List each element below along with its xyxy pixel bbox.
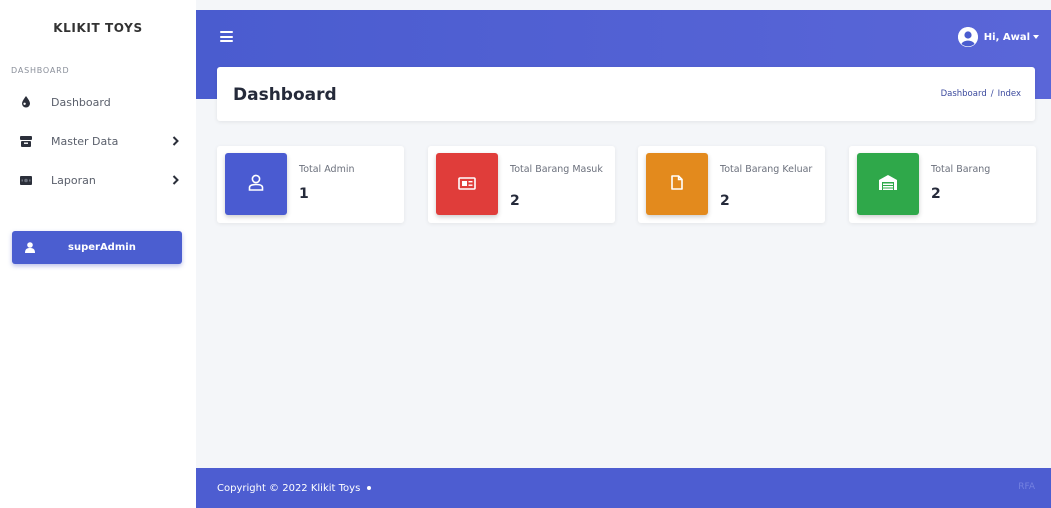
brand-name: KLIKIT TOYS (53, 21, 143, 35)
stat-card-total-admin: Total Admin 1 (217, 146, 404, 223)
stat-label: Total Barang Masuk (510, 164, 603, 175)
user-outline-icon (248, 174, 264, 195)
sidebar-item-label: Master Data (51, 134, 119, 148)
avatar-icon (957, 27, 978, 47)
stat-value: 2 (720, 193, 730, 209)
stat-value: 2 (510, 193, 520, 209)
sidebar: KLIKIT TOYS DASHBOARD Dashboard Master D… (0, 0, 196, 508)
breadcrumb: Dashboard / Index (941, 89, 1021, 99)
stat-card-total-barang: Total Barang 2 (849, 146, 1036, 223)
stat-card-total-barang-keluar: Total Barang Keluar 2 (638, 146, 825, 223)
copyright-text: Copyright © 2022 Klikit Toys (217, 483, 372, 494)
user-dropdown[interactable]: Hi, Awal (957, 26, 1039, 48)
stat-value: 2 (931, 186, 941, 202)
stat-icon-box (646, 153, 708, 215)
user-box-label: superAdmin (68, 242, 136, 253)
sidebar-item-laporan[interactable]: Laporan (0, 165, 196, 195)
stat-card-total-barang-masuk: Total Barang Masuk 2 (428, 146, 615, 223)
brand-logo[interactable]: KLIKIT TOYS (0, 0, 196, 62)
stat-label: Total Barang Keluar (720, 164, 813, 175)
sidebar-item-label: Laporan (51, 173, 96, 187)
stat-icon-box (857, 153, 919, 215)
hamburger-menu-icon[interactable] (220, 31, 233, 42)
current-user-button[interactable]: superAdmin (12, 231, 182, 264)
page-header: Dashboard Dashboard / Index (217, 67, 1035, 121)
footer-right-text: RFA (1018, 482, 1035, 492)
sidebar-item-label: Dashboard (51, 95, 111, 109)
breadcrumb-current: Index (997, 89, 1021, 99)
file-icon (671, 174, 683, 194)
droplet-icon (20, 96, 32, 108)
stat-label: Total Barang (931, 164, 991, 175)
chevron-right-icon (170, 135, 180, 147)
caret-down-icon (1033, 35, 1039, 39)
stat-value: 1 (299, 186, 309, 202)
breadcrumb-separator: / (990, 89, 994, 99)
page-title: Dashboard (233, 85, 337, 105)
breadcrumb-link-dashboard[interactable]: Dashboard (941, 89, 987, 99)
dot-icon (367, 485, 372, 490)
warehouse-icon (879, 174, 897, 194)
newspaper-icon (458, 175, 476, 194)
box-icon (20, 135, 32, 147)
chevron-right-icon (170, 174, 180, 186)
stat-label: Total Admin (299, 164, 355, 175)
money-icon (20, 174, 32, 186)
sidebar-heading: DASHBOARD (11, 66, 70, 75)
sidebar-item-dashboard[interactable]: Dashboard (0, 87, 196, 117)
stat-icon-box (436, 153, 498, 215)
user-icon (24, 242, 36, 254)
stat-icon-box (225, 153, 287, 215)
user-greeting: Hi, Awal (983, 31, 1030, 43)
footer: Copyright © 2022 Klikit Toys RFA (196, 468, 1051, 508)
sidebar-item-master-data[interactable]: Master Data (0, 126, 196, 156)
